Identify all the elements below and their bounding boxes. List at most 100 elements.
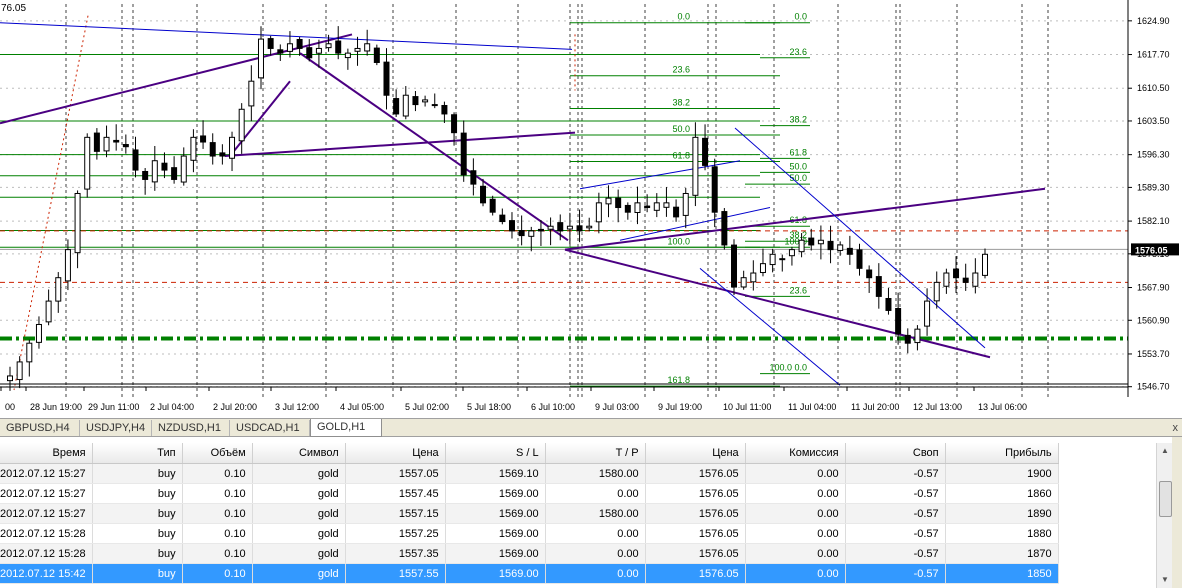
table-cell: 1576.05: [645, 543, 746, 564]
tab-gbpusd-h4[interactable]: GBPUSD,H4: [0, 420, 80, 436]
candle-body: [933, 281, 940, 302]
candle-body: [84, 136, 91, 190]
table-cell: 1580.00: [545, 503, 646, 524]
table-row[interactable]: 2012.07.12 15:28 buy 0.10 gold 1557.25 1569.0…: [0, 523, 1059, 544]
time-tick-label: 4 Jul 05:00: [340, 402, 384, 412]
time-tick-label: 00: [5, 402, 15, 412]
table-row[interactable]: 2012.07.12 15:28 buy 0.10 gold 1557.35 1569.0…: [0, 543, 1059, 564]
candle-body: [35, 323, 42, 343]
table-cell: 0.00: [745, 503, 846, 524]
candle-body: [779, 258, 786, 261]
table-cell: 2012.07.12 15:42: [0, 563, 93, 584]
table-cell: 1576.05: [645, 503, 746, 524]
fibo-label: 50.0: [672, 124, 690, 134]
price-tick-label: 1546.70: [1137, 382, 1170, 392]
tab-nzdusd-h1[interactable]: NZDUSD,H1: [152, 420, 230, 436]
table-cell: -0.57: [845, 463, 946, 484]
table-cell: 1880: [945, 523, 1059, 544]
candle-body: [190, 136, 197, 161]
table-cell: 0.00: [745, 543, 846, 564]
table-cell: 1870: [945, 543, 1059, 564]
column-header[interactable]: T / P: [545, 443, 646, 464]
candle-body: [180, 155, 187, 183]
price-chart[interactable]: 0.0 23.6 38.2 50.0 61.8 100.0 161.8 100.0 23.6 38…: [0, 0, 1182, 418]
price-tick-label: 1582.10: [1137, 216, 1170, 226]
column-header[interactable]: Символ: [252, 443, 346, 464]
candle-body: [885, 298, 892, 311]
table-cell: gold: [252, 563, 346, 584]
scroll-down-icon[interactable]: ▼: [1157, 572, 1173, 588]
candle-body: [615, 197, 622, 209]
table-cell: buy: [92, 463, 183, 484]
table-cell: gold: [252, 463, 346, 484]
table-cell: gold: [252, 543, 346, 564]
table-cell: 1576.05: [645, 463, 746, 484]
candle-body: [827, 240, 834, 251]
table-cell: buy: [92, 523, 183, 544]
candle-body: [682, 192, 689, 216]
table-cell: 0.10: [182, 523, 253, 544]
column-header[interactable]: Комиссия: [745, 443, 846, 464]
fibo3-label: 61.8: [789, 147, 807, 157]
tab-usdcad-h1[interactable]: USDCAD,H1: [230, 420, 310, 436]
candle-body: [605, 197, 612, 205]
candle-body: [45, 300, 52, 323]
fibo3-label: 100.0 0.0: [769, 363, 807, 373]
time-tick-label: 28 Jun 19:00: [30, 402, 82, 412]
candle-body: [692, 136, 699, 196]
table-row[interactable]: 2012.07.12 15:27 buy 0.10 gold 1557.45 1569.0…: [0, 483, 1059, 504]
column-header[interactable]: Тип: [92, 443, 183, 464]
column-header[interactable]: Цена: [345, 443, 446, 464]
time-tick-label: 9 Jul 03:00: [595, 402, 639, 412]
candle-body: [576, 225, 583, 232]
table-header-row: Время Тип Объём Символ Цена S / LT / P Цена Ком…: [0, 443, 1059, 464]
candle-body: [267, 38, 274, 49]
table-cell: 1557.35: [345, 543, 446, 564]
table-row[interactable]: 2012.07.12 15:27 buy 0.10 gold 1557.05 1569.1…: [0, 463, 1059, 484]
tab-gold-h1[interactable]: GOLD,H1: [310, 419, 382, 437]
column-header[interactable]: S / L: [445, 443, 546, 464]
table-row[interactable]: 2012.07.12 15:42 buy 0.10 gold 1557.55 1569.0…: [0, 563, 1059, 584]
table-scrollbar[interactable]: ▲ ▼: [1156, 443, 1173, 588]
candle-body: [798, 239, 805, 253]
fibo-label: 0.0: [677, 12, 690, 22]
column-header[interactable]: Цена: [645, 443, 746, 464]
table-cell: 1850: [945, 563, 1059, 584]
candle-body: [817, 239, 824, 245]
candle-body: [248, 80, 255, 107]
table-cell: 1557.25: [345, 523, 446, 544]
table-cell: gold: [252, 483, 346, 504]
column-header[interactable]: Прибыль: [945, 443, 1059, 464]
tab-usdjpy-h4[interactable]: USDJPY,H4: [80, 420, 152, 436]
candle-body: [586, 225, 593, 229]
candle-body: [219, 152, 226, 157]
fibo-label: 23.6: [672, 65, 690, 75]
table-cell: 2012.07.12 15:28: [0, 543, 93, 564]
table-cell: 0.00: [545, 563, 646, 584]
column-header[interactable]: Время: [0, 443, 93, 464]
table-cell: 1580.00: [545, 463, 646, 484]
scroll-up-icon[interactable]: ▲: [1157, 443, 1173, 459]
trend-lines: [0, 22, 1046, 386]
table-cell: gold: [252, 523, 346, 544]
price-tick-label: 1603.50: [1137, 116, 1170, 126]
chart-canvas[interactable]: 0.023.638.250.061.8100.0161.8100.023.638…: [0, 0, 1182, 418]
candle-body: [431, 104, 438, 107]
close-icon[interactable]: x: [1173, 420, 1179, 436]
time-tick-label: 12 Jul 13:00: [913, 402, 962, 412]
time-tick-label: 2 Jul 04:00: [150, 402, 194, 412]
candle-body: [856, 249, 863, 269]
table-row[interactable]: 2012.07.12 15:27 buy 0.10 gold 1557.15 1569.0…: [0, 503, 1059, 524]
candle-body: [171, 167, 178, 180]
table-cell: 1569.00: [445, 523, 546, 544]
column-header[interactable]: Своп: [845, 443, 946, 464]
candle-body: [663, 202, 670, 208]
candle-body: [953, 268, 960, 279]
column-header[interactable]: Объём: [182, 443, 253, 464]
candle-body: [315, 47, 322, 54]
candle-body: [702, 137, 709, 166]
scroll-thumb[interactable]: [1159, 481, 1172, 517]
candle-body: [837, 244, 844, 251]
candle-body: [16, 361, 23, 381]
table-cell: 0.10: [182, 563, 253, 584]
